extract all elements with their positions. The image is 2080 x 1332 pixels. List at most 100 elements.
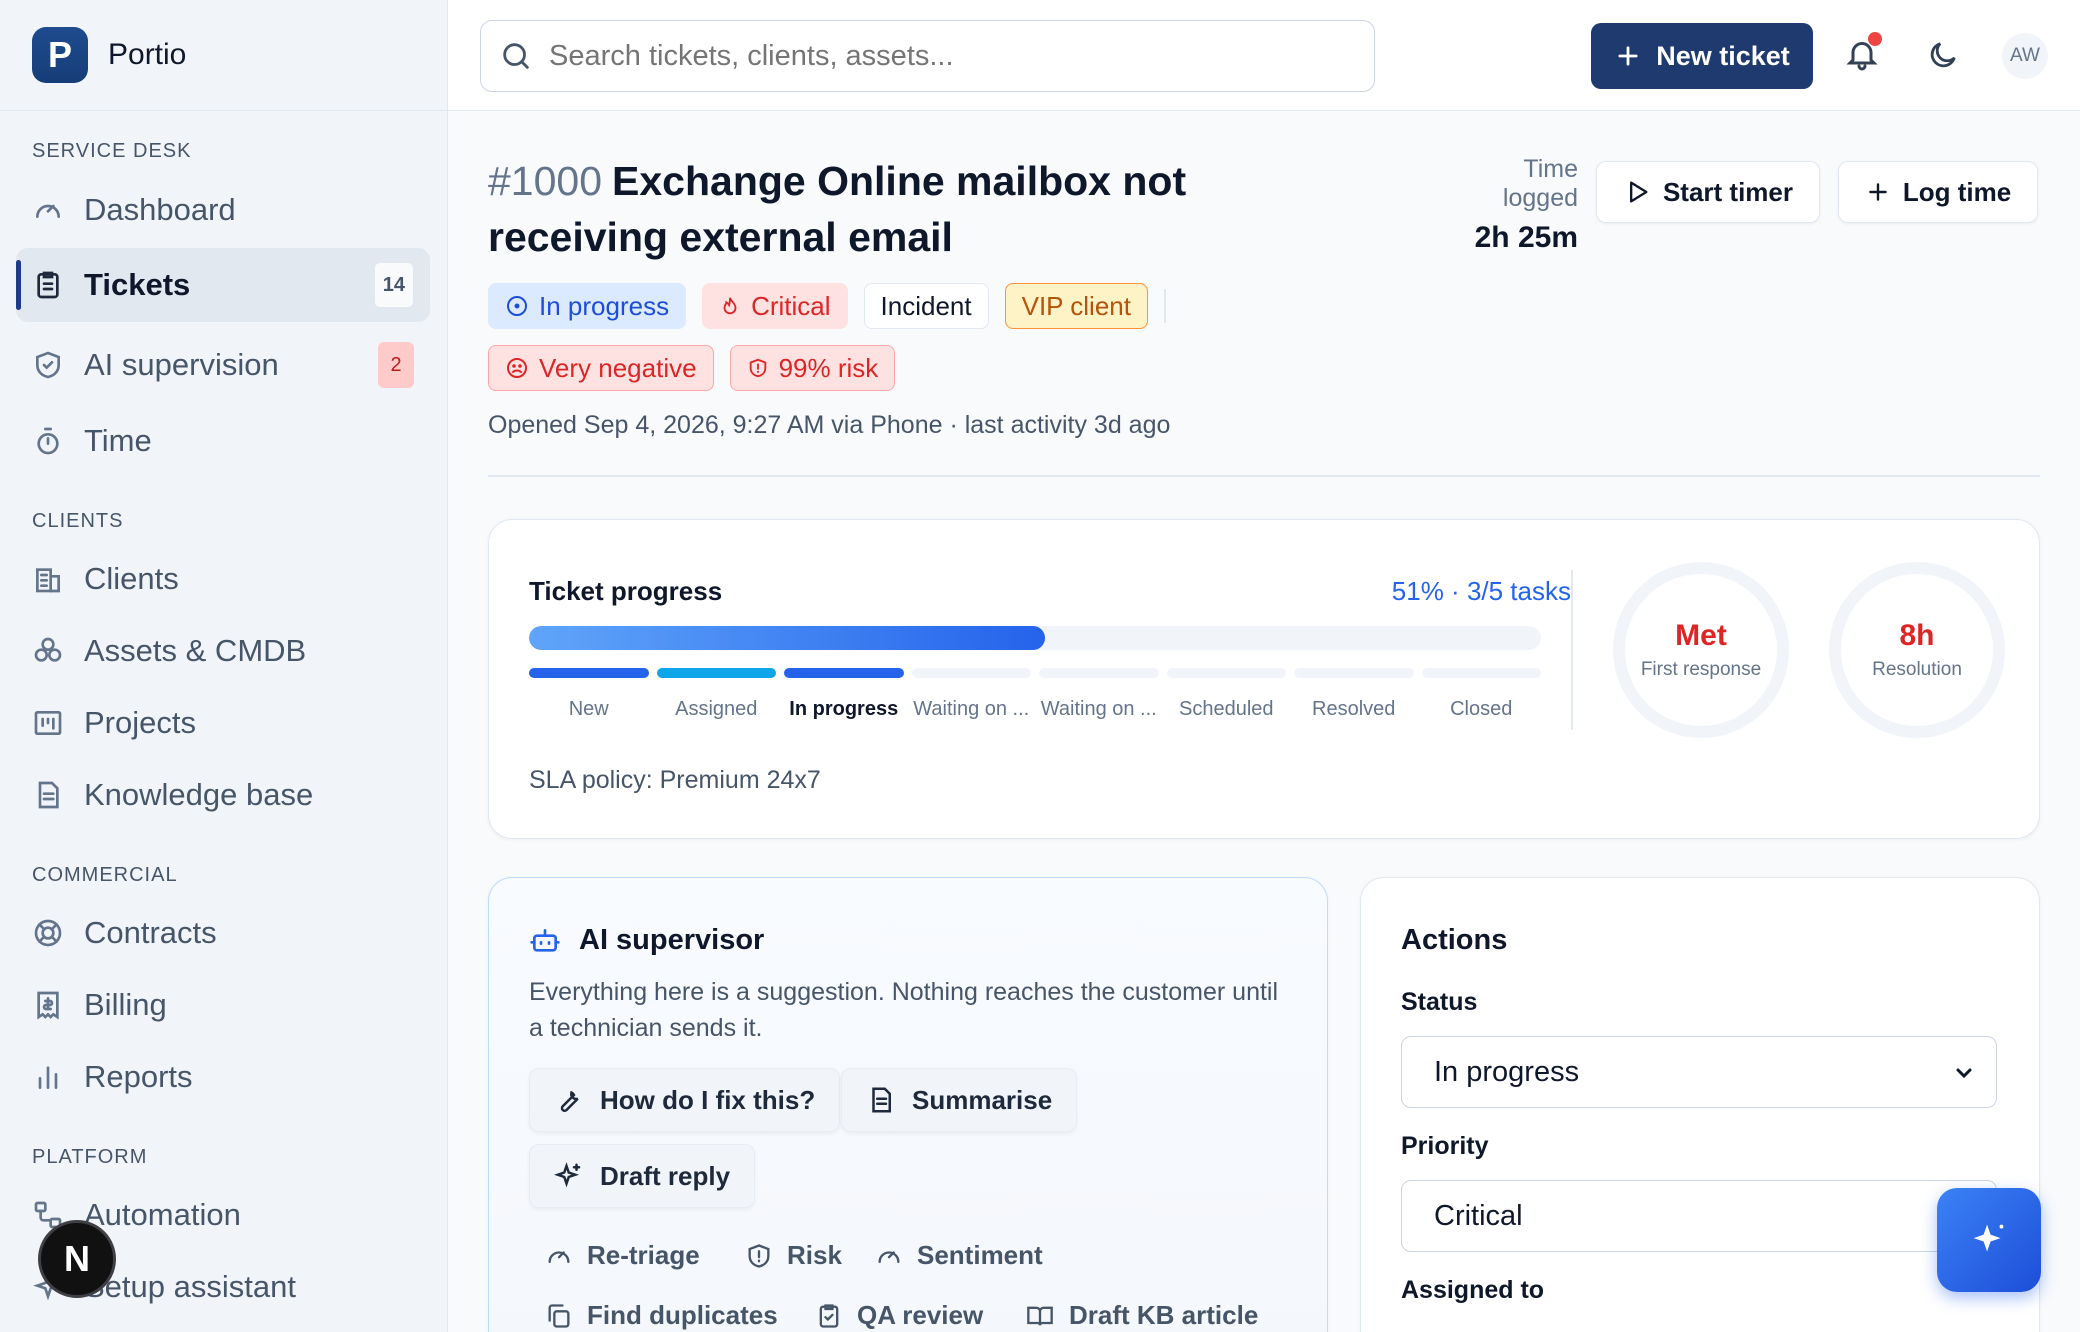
draft-reply-button[interactable]: Draft reply [529,1144,756,1208]
sparkles-icon [554,1162,581,1188]
brand-name: Portio [108,38,187,71]
sidebar-item-label: Projects [84,705,196,740]
sidebar-item-dashboard[interactable]: Dashboard [16,173,430,247]
sidebar-item-time[interactable]: Time [16,404,430,478]
ticket-chips: In progress Critical Incident VIP client [488,283,1166,329]
summarise-button[interactable]: Summarise [841,1068,1078,1132]
find-duplicates-link[interactable]: Find duplicates [545,1300,778,1331]
chevron-down-icon [1956,1068,1972,1079]
sidebar-item-ai-supervision[interactable]: AI supervision 2 [16,328,430,402]
wrench-icon [560,1090,579,1113]
ai-supervisor-card: AI supervisor Everything here is a sugge… [488,877,1328,1332]
search-box[interactable] [480,20,1375,92]
stage-label: Waiting on ... [913,698,1030,720]
sentiment-chip[interactable]: Very negative [488,345,714,391]
re-triage-link[interactable]: Re-triage [545,1240,700,1271]
stage-segment [911,668,1031,678]
ai-assistant-fab[interactable] [1937,1188,2041,1292]
stage-1: Assigned [656,668,776,721]
copy-icon [548,1303,570,1328]
section-label-platform: PLATFORM [32,1146,148,1168]
stage-0: New [529,668,649,721]
progress-title: Ticket progress [529,576,723,606]
kanban-icon [34,711,62,735]
first-response-ring: Met First response [1613,562,1789,738]
sidebar-item-knowledge-base[interactable]: Knowledge base [16,758,430,832]
sidebar-item-tickets[interactable]: Tickets 14 [16,248,430,322]
search-input[interactable] [549,39,1329,73]
sidebar-item-label: Clients [84,561,179,596]
ticket-title: #1000 Exchange Online mailbox not receivi… [488,153,1328,265]
stage-segment [656,668,776,678]
priority-select-value: Critical [1434,1199,1523,1232]
sidebar-item-label: Setup assistant [84,1269,296,1304]
stage-4: Waiting on ... [1039,668,1159,721]
gauge-icon [36,204,60,218]
start-timer-button[interactable]: Start timer [1596,161,1820,223]
stage-segment [1294,668,1414,678]
new-ticket-label: New ticket [1656,40,1790,71]
sidebar-item-reports[interactable]: Reports [16,1040,430,1114]
frown-icon [507,358,527,378]
risk-link[interactable]: Risk [745,1240,842,1271]
clipboard-icon [37,271,59,299]
status-select[interactable]: In progress [1401,1036,1997,1108]
plus-icon [1869,183,1887,201]
risk-chip-label: 99% risk [778,352,879,383]
building-icon [36,568,60,593]
vip-chip[interactable]: VIP client [1004,283,1148,329]
first-response-label: First response [1640,659,1762,680]
status-chip[interactable]: In progress [488,283,687,329]
priority-chip[interactable]: Critical [702,283,848,329]
sidebar-item-label: Time [84,423,152,458]
progress-summary: 51% · 3/5 tasks [1391,576,1571,606]
avatar[interactable]: AW [2002,33,2048,79]
header-divider [488,475,2040,477]
brand[interactable]: P Portio [0,0,447,111]
progress-card: Ticket progress 51% · 3/5 tasks New Assig… [488,519,2040,839]
play-icon [1629,181,1648,203]
stage-label: Scheduled [1178,698,1274,720]
qa-review-link[interactable]: QA review [815,1300,983,1331]
search-icon [503,43,529,69]
stage-7: Closed [1421,668,1541,721]
sidebar-item-projects[interactable]: Projects [16,686,430,760]
sidebar: P Portio SERVICE DESK Dashboard Tickets … [0,0,448,1332]
clipboard-check-icon [819,1303,839,1328]
how-to-fix-label: How do I fix this? [600,1084,816,1115]
sidebar-item-billing[interactable]: Billing [16,968,430,1042]
ticket-ai-chips: Very negative 99% risk [488,345,896,391]
resolution-label: Resolution [1872,659,1962,680]
stage-label: Assigned [675,698,758,720]
bot-icon [530,928,560,952]
new-ticket-button[interactable]: New ticket [1591,23,1813,89]
sla-policy: SLA policy: Premium 24x7 [529,766,821,794]
ticket-number: #1000 [488,158,603,204]
user-badge[interactable]: N [38,1220,116,1298]
priority-label: Priority [1401,1132,1489,1160]
draft-kb-article-label: Draft KB article [1069,1300,1259,1330]
stage-label: New [568,698,609,720]
draft-kb-article-link[interactable]: Draft KB article [1025,1300,1258,1331]
circle-dot-icon [507,296,527,316]
sidebar-item-clients[interactable]: Clients [16,542,430,616]
first-response-value: Met [1675,619,1727,652]
sentiment-link[interactable]: Sentiment [875,1240,1043,1271]
bar-chart-icon [38,1066,58,1089]
log-time-button[interactable]: Log time [1838,161,2038,223]
risk-chip[interactable]: 99% risk [729,345,896,391]
document-icon [872,1087,891,1113]
section-label-commercial: COMMERCIAL [32,864,178,886]
priority-select[interactable]: Critical [1401,1180,1997,1252]
gauge-icon [878,1250,900,1263]
sidebar-item-contracts[interactable]: Contracts [16,896,430,970]
gauge-icon [548,1250,570,1263]
boxes-icon [34,637,62,662]
stage-label: Waiting on ... [1040,698,1157,720]
how-to-fix-button[interactable]: How do I fix this? [529,1068,841,1132]
type-chip[interactable]: Incident [863,283,989,329]
moon-icon[interactable] [1926,38,1960,72]
stage-segment [1039,668,1159,678]
sidebar-item-label: Reports [84,1059,193,1094]
sidebar-item-assets[interactable]: Assets & CMDB [16,614,430,688]
